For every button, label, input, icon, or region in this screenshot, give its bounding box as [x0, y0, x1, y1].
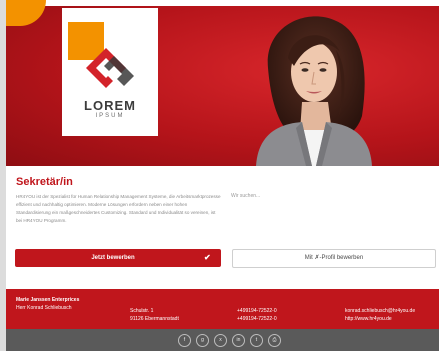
facebook-icon[interactable]: f — [178, 334, 191, 347]
google-plus-icon[interactable]: g — [196, 334, 209, 347]
logo-text: LOREM — [84, 98, 136, 113]
footer-city: 91126 Ebermannstadt — [130, 316, 179, 322]
apply-now-label: Jetzt bewerben — [91, 255, 135, 261]
hero-portrait — [256, 16, 372, 166]
footer-company: Marie Janssen Enterprices — [16, 297, 80, 303]
job-description: HR4YOU ist der Spezialist für Human Rela… — [16, 194, 221, 223]
job-page: LOREM IPSUM Sekretär/in HR4YOU ist der S… — [6, 0, 439, 351]
xing-icon[interactable]: x — [214, 334, 227, 347]
footer: Marie Janssen Enterprices Herr Konrad Sc… — [6, 289, 439, 329]
print-icon[interactable]: ⎙ — [268, 334, 281, 347]
social-bar: f g x in t ⎙ — [6, 329, 439, 351]
footer-street: Schulstr. 1 — [130, 308, 154, 314]
footer-phone: +499194-72522-0 — [237, 308, 277, 314]
twitter-icon[interactable]: t — [250, 334, 263, 347]
linkedin-icon[interactable]: in — [232, 334, 245, 347]
checkmark-icon: ✔ — [204, 253, 211, 262]
logo-diamond-icon — [86, 48, 134, 88]
footer-website-link[interactable]: http://www.hr4you.de — [345, 316, 392, 322]
apply-now-button[interactable]: Jetzt bewerben ✔ — [15, 249, 221, 267]
footer-contact-person: Herr Konrad Schliebusch — [16, 305, 72, 311]
search-hint: Wir suchen... — [231, 193, 261, 199]
footer-email-link[interactable]: konrad.schliebusch@hr4you.de — [345, 308, 415, 314]
hero-banner: LOREM IPSUM — [6, 6, 439, 166]
apply-with-xing-button[interactable]: Mit ✗-Profil bewerben — [232, 249, 436, 268]
footer-fax: +499194-72522-0 — [237, 316, 277, 322]
logo-subtext: IPSUM — [95, 113, 125, 119]
job-title: Sekretär/in — [16, 176, 73, 188]
